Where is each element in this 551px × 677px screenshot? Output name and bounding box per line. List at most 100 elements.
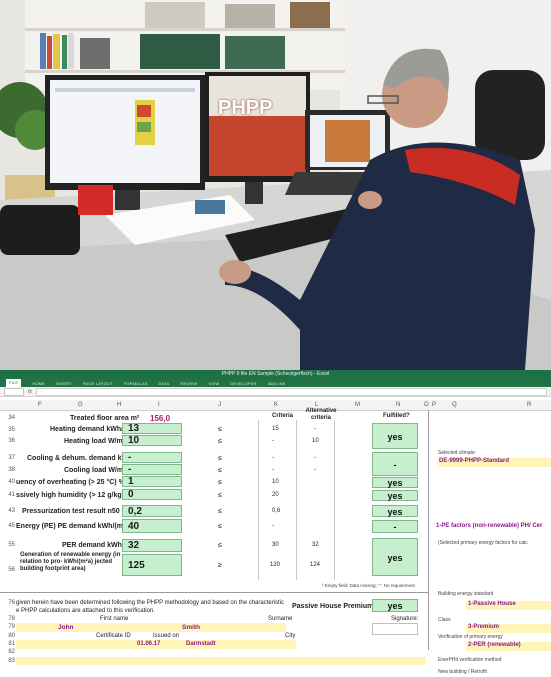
- enerphit-label: EnerPHit verification method: [438, 657, 502, 663]
- column-header[interactable]: N: [396, 400, 400, 410]
- row-number: 34: [8, 415, 15, 421]
- column-header[interactable]: G: [78, 400, 83, 410]
- row-number: 83: [8, 658, 15, 664]
- criteria-value: -: [272, 467, 274, 473]
- humidity-value[interactable]: 0: [122, 489, 182, 500]
- column-header[interactable]: H: [117, 400, 121, 410]
- footnote: ² Empty field: Data missing; '-': No req…: [322, 583, 415, 588]
- tab-page-layout[interactable]: PAGE LAYOUT: [83, 381, 113, 386]
- column-header[interactable]: K: [274, 400, 278, 410]
- tab-review[interactable]: REVIEW: [180, 381, 197, 386]
- grid-line: [334, 420, 335, 580]
- heating-demand-value[interactable]: 13: [122, 423, 182, 434]
- tab-home[interactable]: HOME: [32, 381, 45, 386]
- treated-floor-area-value[interactable]: 156,0: [150, 414, 170, 423]
- leq-sign: ≤: [218, 479, 222, 486]
- alt-criteria-value: -: [314, 455, 316, 461]
- formula-input[interactable]: [35, 387, 547, 396]
- new-building-label: New building / Retrofit: [438, 669, 487, 675]
- heating-load-label: Heating load W/m²: [64, 438, 126, 445]
- column-header[interactable]: R: [527, 400, 531, 410]
- leq-sign: ≤: [218, 508, 222, 515]
- heating-load-value[interactable]: 10: [122, 435, 182, 446]
- humidity-label: ssively high humidity (> 12 g/kg) %: [16, 492, 133, 499]
- cooling-fulfilled[interactable]: -: [372, 452, 418, 476]
- alt-criteria-value: 32: [312, 542, 319, 548]
- row-number: 81: [8, 641, 15, 647]
- criteria-value: 0,6: [272, 508, 281, 514]
- premium-question: Passive House Premium?: [292, 603, 378, 610]
- criteria-value: -: [272, 438, 274, 444]
- building-standard-value[interactable]: 1-Passive House: [466, 601, 551, 610]
- column-header[interactable]: J: [218, 400, 221, 410]
- column-header[interactable]: Q: [452, 400, 457, 410]
- leq-sign: ≤: [218, 455, 222, 462]
- criteria-value: 10: [272, 479, 279, 485]
- renewable-fulfilled[interactable]: yes: [372, 538, 418, 576]
- overheating-label: uency of overheating (> 25 °C) %: [16, 479, 125, 486]
- verification-value[interactable]: 2-PER (renewable): [466, 642, 551, 651]
- tab-file[interactable]: FILE: [6, 379, 22, 387]
- leq-sign: ≤: [218, 438, 222, 445]
- selected-climate-label: Selected climate:: [438, 450, 477, 456]
- issued-on-label: Issued on: [153, 633, 180, 639]
- overheating-fulfilled[interactable]: yes: [372, 477, 418, 488]
- pe-demand-value[interactable]: 40: [122, 519, 182, 533]
- row-number: 76: [8, 600, 15, 606]
- tab-data[interactable]: DATA: [159, 381, 170, 386]
- window-title: PHPP 9 file EN Sample (Scheckgerfisch) -…: [0, 370, 551, 379]
- signature-field[interactable]: [372, 623, 418, 635]
- column-header[interactable]: P: [432, 400, 436, 410]
- humidity-fulfilled[interactable]: yes: [372, 490, 418, 501]
- signature-label: Signature:: [391, 616, 419, 622]
- pressurization-value[interactable]: 0,2: [122, 505, 182, 517]
- premium-answer[interactable]: yes: [372, 599, 418, 612]
- leq-sign: ≤: [218, 542, 222, 549]
- row-83-bg: [16, 657, 426, 665]
- alt-criteria-value: -: [314, 467, 316, 473]
- excel-window: PHPP 9 file EN Sample (Scheckgerfisch) -…: [0, 370, 551, 677]
- pressurization-fulfilled[interactable]: yes: [372, 505, 418, 517]
- treated-floor-area-label: Treated floor area m²: [70, 415, 140, 422]
- city-label: City: [285, 633, 296, 639]
- column-header[interactable]: M: [355, 400, 360, 410]
- tab-view[interactable]: VIEW: [208, 381, 219, 386]
- tab-add-ins[interactable]: ADD-INS: [268, 381, 286, 386]
- heating-fulfilled[interactable]: yes: [372, 423, 418, 449]
- column-header[interactable]: I: [158, 400, 160, 410]
- name-box[interactable]: [4, 387, 24, 396]
- per-demand-value[interactable]: 32: [122, 539, 182, 552]
- ribbon-tabs: FILE HOME INSERT PAGE LAYOUT FORMULAS DA…: [0, 379, 551, 387]
- section-divider: [0, 592, 428, 593]
- issued-on-field[interactable]: 01.06.17: [137, 641, 160, 647]
- pe-fulfilled[interactable]: -: [372, 520, 418, 533]
- row-number: 37: [8, 455, 15, 461]
- statement-line-1: given herein have been determined follow…: [16, 600, 285, 606]
- fx-icon[interactable]: fx: [28, 389, 32, 395]
- tab-formulas[interactable]: FORMULAS: [124, 381, 148, 386]
- class-label: Class: [438, 617, 451, 623]
- cooling-demand-value[interactable]: -: [122, 452, 182, 463]
- cooling-load-label: Cooling load W/m²: [64, 467, 126, 474]
- tab-developer[interactable]: DEVELOPER: [230, 381, 256, 386]
- row-number: 55: [8, 542, 15, 548]
- column-header[interactable]: O: [424, 400, 429, 410]
- column-headers: F G H I J K L M N O P Q R: [0, 400, 551, 411]
- selected-climate-value[interactable]: DE-9999-PHPP-Standard: [437, 458, 551, 467]
- row-number: 36: [8, 438, 15, 444]
- overheating-value[interactable]: 1: [122, 476, 182, 487]
- leq-sign: ≤: [218, 523, 222, 530]
- alt-criteria-header: Alternative criteria: [305, 408, 337, 421]
- cooling-load-value[interactable]: -: [122, 464, 182, 475]
- class-value[interactable]: 3-Premium: [466, 624, 551, 633]
- row-number: 43: [8, 508, 15, 514]
- grid-line: [296, 420, 297, 580]
- renewable-energy-value[interactable]: 125: [122, 554, 182, 576]
- city-field[interactable]: Darmstadt: [186, 641, 216, 647]
- column-header[interactable]: F: [38, 400, 42, 410]
- tab-insert[interactable]: INSERT: [56, 381, 72, 386]
- surname-label: Surname: [268, 616, 293, 622]
- surname-field[interactable]: Smith: [182, 624, 200, 631]
- row-number: 38: [8, 467, 15, 473]
- first-name-field[interactable]: John: [58, 624, 74, 631]
